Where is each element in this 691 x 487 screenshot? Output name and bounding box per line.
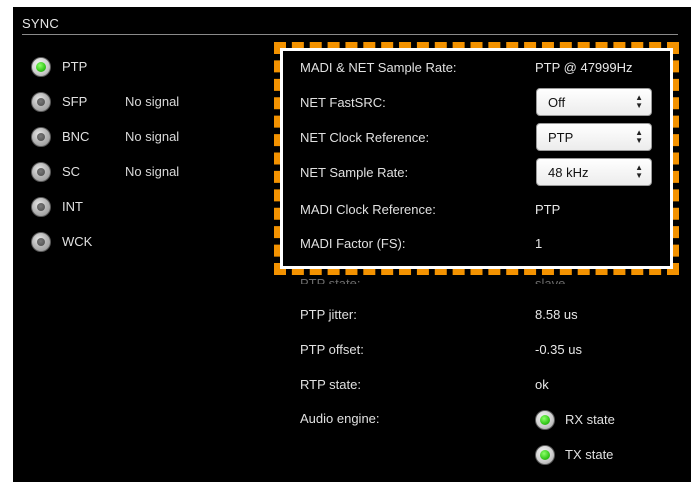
ptp-jitter-value: 8.58 us xyxy=(535,307,578,322)
net-clock-reference-select[interactable]: PTP ▲ ▼ xyxy=(536,123,652,151)
source-label: SC xyxy=(62,164,81,179)
radio-off-icon[interactable] xyxy=(31,162,51,182)
select-value: 48 kHz xyxy=(548,165,589,180)
ptp-state-label: PTP state: xyxy=(300,276,361,284)
audio-engine-label: Audio engine: xyxy=(300,411,380,426)
updown-arrows-icon: ▲ ▼ xyxy=(635,163,643,180)
radio-off-icon[interactable] xyxy=(31,197,51,217)
rx-state-label: RX state xyxy=(565,412,615,427)
source-label: INT xyxy=(62,199,83,214)
madi-clock-reference-value: PTP xyxy=(535,202,561,217)
madi-clock-reference-label: MADI Clock Reference: xyxy=(300,202,436,217)
rtp-state-value: ok xyxy=(535,377,549,392)
updown-arrows-icon: ▲ ▼ xyxy=(635,128,643,145)
ptp-offset-label: PTP offset: xyxy=(300,342,364,357)
status-led-icon xyxy=(535,410,555,430)
ptp-offset-value: -0.35 us xyxy=(535,342,582,357)
source-label: SFP xyxy=(62,94,88,109)
madi-factor-label: MADI Factor (FS): xyxy=(300,236,406,251)
status-led-icon xyxy=(535,445,555,465)
madi-net-sample-rate-label: MADI & NET Sample Rate: xyxy=(300,60,457,75)
section-title: SYNC xyxy=(22,16,59,31)
source-status: No signal xyxy=(125,94,180,109)
ptp-jitter-label: PTP jitter: xyxy=(300,307,357,322)
source-status: No signal xyxy=(125,129,180,144)
select-value: Off xyxy=(548,95,566,110)
select-value: PTP xyxy=(548,130,574,145)
radio-off-icon[interactable] xyxy=(31,232,51,252)
madi-factor-value: 1 xyxy=(535,236,543,251)
section-divider xyxy=(22,34,678,35)
net-clock-reference-label: NET Clock Reference: xyxy=(300,130,430,145)
rtp-state-label: RTP state: xyxy=(300,377,361,392)
net-sample-rate-select[interactable]: 48 kHz ▲ ▼ xyxy=(536,158,652,186)
updown-arrows-icon: ▲ ▼ xyxy=(635,93,643,110)
net-sample-rate-label: NET Sample Rate: xyxy=(300,165,409,180)
ptp-state-value: slave xyxy=(535,276,566,284)
source-label: WCK xyxy=(62,234,93,249)
source-label: PTP xyxy=(62,59,88,74)
radio-on-icon[interactable] xyxy=(31,57,51,77)
tx-state-label: TX state xyxy=(565,447,614,462)
radio-off-icon[interactable] xyxy=(31,127,51,147)
source-status: No signal xyxy=(125,164,180,179)
madi-net-sample-rate-value: PTP @ 47999Hz xyxy=(535,60,633,75)
net-fastsrc-label: NET FastSRC: xyxy=(300,95,386,110)
net-fastsrc-select[interactable]: Off ▲ ▼ xyxy=(536,88,652,116)
source-label: BNC xyxy=(62,129,90,144)
radio-off-icon[interactable] xyxy=(31,92,51,112)
